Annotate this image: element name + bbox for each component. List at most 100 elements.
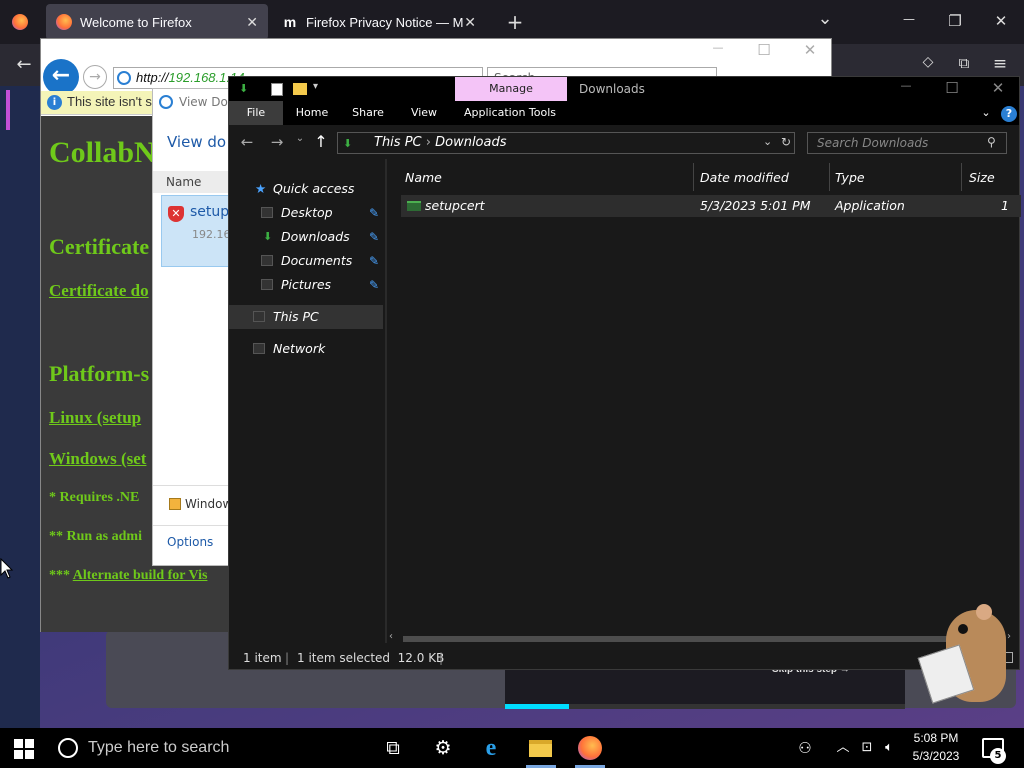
quick-access-toolbar-download-icon[interactable]: ⬇	[239, 83, 251, 95]
nav-label: Downloads	[281, 229, 350, 244]
explorer-minimize-button[interactable]: —	[895, 79, 917, 99]
tab-close-icon[interactable]: ✕	[464, 14, 476, 31]
clock-time[interactable]: 5:08 PM	[906, 731, 966, 747]
firefox-minimize-button[interactable]: —	[898, 12, 920, 32]
customize-toolbar-icon[interactable]: ▾	[313, 81, 323, 95]
item-count: 1 item	[243, 651, 282, 665]
ribbon-tab-view[interactable]: View	[401, 101, 447, 125]
search-downloads-input[interactable]: Search Downloads	[807, 132, 1007, 154]
back-icon[interactable]: ←	[12, 54, 36, 76]
expand-ribbon-icon[interactable]: ⌄	[977, 101, 995, 125]
name-column-header[interactable]: Name	[153, 171, 233, 193]
horizontal-scroll-thumb[interactable]	[403, 636, 991, 642]
internet-explorer-icon[interactable]: e	[478, 736, 504, 760]
nav-this-pc[interactable]: This PC	[229, 305, 383, 329]
show-hidden-icons-icon[interactable]: ︿	[830, 736, 856, 760]
options-link[interactable]: Options	[167, 535, 233, 555]
scroll-left-icon[interactable]: ‹	[389, 631, 393, 642]
explorer-address-bar[interactable]: This PC › Downloads	[337, 132, 795, 154]
clock-date[interactable]: 5/3/2023	[906, 749, 966, 765]
ribbon-tab-home[interactable]: Home	[289, 101, 335, 125]
mouse-cursor-icon	[0, 558, 14, 579]
volume-muted-icon[interactable]: 🔈︎	[876, 736, 902, 760]
ie-close-button[interactable]: ✕	[799, 41, 821, 61]
column-divider[interactable]	[693, 163, 694, 191]
forward-arrow-icon[interactable]: →	[267, 133, 287, 151]
onboarding-progress-fill	[505, 704, 569, 709]
nav-documents[interactable]: Documents ✎	[229, 249, 385, 273]
linux-link[interactable]: Linux (setup	[49, 408, 141, 428]
list-all-tabs-button[interactable]: ⌄	[814, 8, 836, 32]
view-downloads-link[interactable]: View do	[167, 133, 237, 153]
properties-icon[interactable]	[271, 83, 283, 96]
breadcrumb-downloads[interactable]: Downloads	[435, 135, 506, 150]
firefox-icon[interactable]	[578, 736, 602, 760]
file-row-setupcert[interactable]: setupcert 5/3/2023 5:01 PM Application 1	[401, 195, 1021, 217]
file-size: 1	[1001, 198, 1009, 213]
column-header-name[interactable]: Name	[405, 167, 685, 189]
up-arrow-icon[interactable]: ↑	[311, 132, 331, 151]
recent-locations-icon[interactable]: ⌄	[293, 133, 307, 151]
mozilla-favicon-icon: m	[283, 14, 297, 30]
firefox-maximize-button[interactable]: ❐	[944, 12, 966, 32]
settings-icon[interactable]: ⚙	[430, 736, 456, 760]
extensions-icon[interactable]: ⧉	[952, 54, 976, 76]
task-view-icon[interactable]: ⧉	[380, 736, 406, 760]
menu-icon[interactable]: ≡	[988, 54, 1012, 76]
ribbon-tab-share[interactable]: Share	[345, 101, 391, 125]
ribbon-tab-file[interactable]: File	[229, 101, 283, 125]
column-divider[interactable]	[961, 163, 962, 191]
nav-label: Pictures	[281, 277, 332, 292]
taskbar-search-input[interactable]: Type here to search	[88, 738, 368, 758]
computer-icon	[253, 311, 265, 322]
column-header-date-modified[interactable]: Date modified	[700, 167, 828, 189]
explorer-close-button[interactable]: ✕	[987, 79, 1009, 99]
pocket-icon[interactable]: ◇	[916, 54, 940, 76]
nav-pictures[interactable]: Pictures ✎	[229, 273, 385, 297]
column-header-type[interactable]: Type	[835, 167, 959, 189]
firefox-tab-welcome[interactable]: Welcome to Firefox ✕	[46, 4, 268, 40]
new-folder-icon[interactable]	[293, 83, 307, 95]
alternate-build-link[interactable]: Alternate build for Vis	[73, 568, 208, 583]
windows-link[interactable]: Windows (set	[49, 449, 146, 469]
certificate-download-link[interactable]: Certificate do	[49, 281, 149, 301]
ribbon-tab-application-tools[interactable]: Application Tools	[457, 101, 563, 125]
manage-contextual-tab[interactable]: Manage	[455, 77, 567, 101]
firefox-favicon-icon	[56, 14, 72, 30]
breadcrumb-this-pc[interactable]: This PC	[374, 135, 422, 150]
refresh-icon[interactable]: ↻	[781, 135, 793, 149]
firefox-tab-privacy-notice[interactable]: m Firefox Privacy Notice — Mozilla ✕	[272, 4, 486, 40]
ie-maximize-button[interactable]: ☐	[753, 41, 775, 61]
address-downloads-icon: ⬇	[343, 137, 353, 150]
ie-forward-button[interactable]: →	[83, 65, 107, 89]
cortana-icon[interactable]	[58, 738, 78, 758]
windows-start-icon[interactable]	[14, 739, 34, 759]
column-header-size[interactable]: Size	[969, 167, 1017, 189]
firefox-close-button[interactable]: ✕	[990, 12, 1012, 32]
file-explorer-icon[interactable]	[529, 740, 552, 757]
nav-desktop[interactable]: Desktop ✎	[229, 201, 385, 225]
ie-back-button[interactable]: ←	[43, 59, 79, 95]
new-tab-button[interactable]: +	[504, 10, 526, 34]
note-prefix: ***	[49, 568, 73, 583]
downloads-icon: ⬇	[263, 230, 273, 243]
explorer-maximize-button[interactable]: ☐	[941, 79, 963, 99]
desktop-icon	[261, 207, 273, 218]
help-icon[interactable]: ?	[1001, 106, 1017, 122]
back-arrow-icon[interactable]: ←	[237, 133, 257, 151]
explorer-status-bar: 1 item | 1 item selected 12.0 KB |	[229, 647, 1019, 669]
nav-downloads[interactable]: ⬇ Downloads ✎	[229, 225, 385, 249]
download-item[interactable]: ✕ setup 192.16	[161, 195, 233, 267]
firefox-menu-icon[interactable]	[12, 14, 28, 30]
people-icon[interactable]: ⚇	[792, 736, 818, 760]
column-divider[interactable]	[829, 163, 830, 191]
scroll-right-icon[interactable]: ›	[1007, 631, 1011, 642]
hamster-ear	[976, 604, 992, 620]
ie-minimize-button[interactable]: —	[707, 41, 729, 61]
note-run-as-admin: ** Run as admi	[49, 529, 142, 544]
address-history-icon[interactable]: ⌄	[763, 135, 775, 149]
nav-quick-access[interactable]: ★ Quick access	[229, 177, 385, 201]
tab-close-icon[interactable]: ✕	[246, 14, 258, 31]
nav-network[interactable]: Network	[229, 337, 385, 361]
search-icon: ⚲	[987, 135, 996, 149]
